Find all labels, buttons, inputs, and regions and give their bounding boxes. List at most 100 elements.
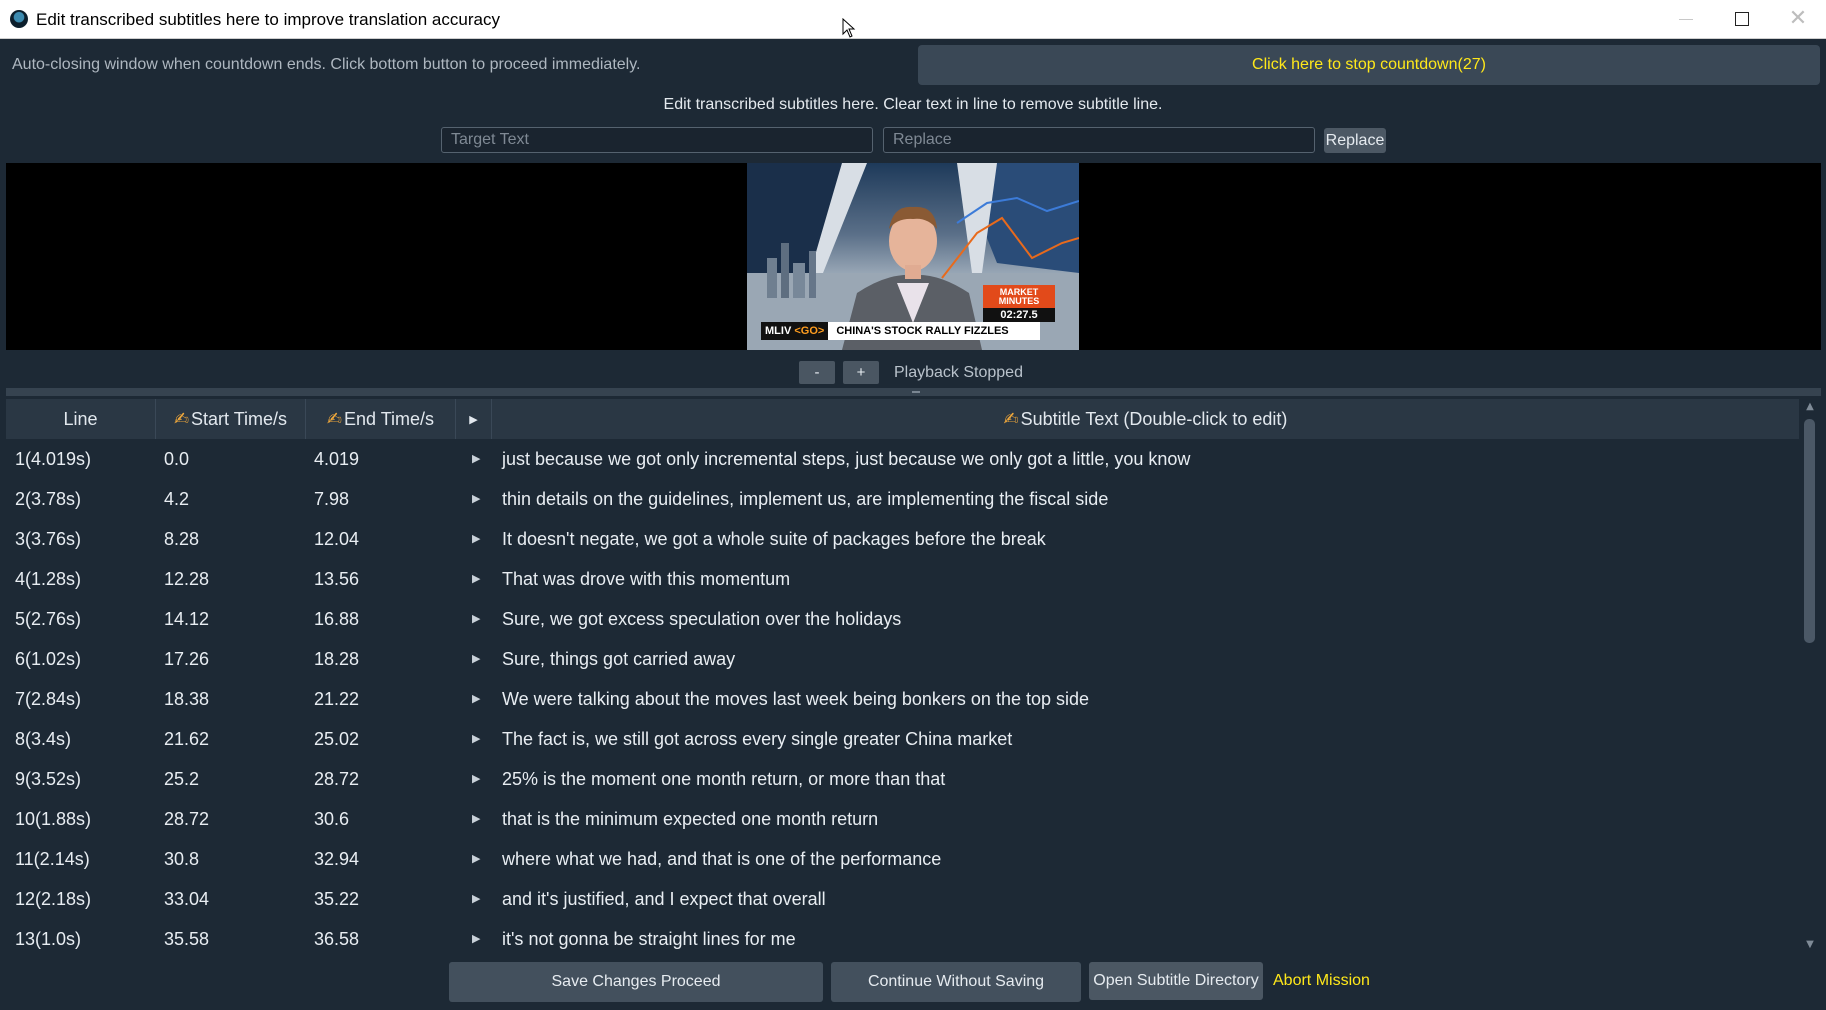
- table-row[interactable]: 5(2.76s) 14.12 16.88 Sure, we got excess sp…: [6, 599, 1799, 639]
- table-row[interactable]: 6(1.02s) 17.26 18.28 Sure, things got carri…: [6, 639, 1799, 679]
- abort-mission-button[interactable]: Abort Mission: [1273, 972, 1370, 990]
- line-cell[interactable]: 5(2.76s): [15, 599, 81, 639]
- start-time-cell[interactable]: 12.28: [164, 559, 209, 599]
- play-line-icon[interactable]: ▶: [472, 799, 480, 839]
- table-row[interactable]: 12(2.18s) 33.04 35.22 and it's justified, a…: [6, 879, 1799, 919]
- subtitle-text-cell[interactable]: where what we had, and that is one of th…: [502, 839, 941, 879]
- subtitle-text-cell[interactable]: and it's justified, and I expect that ov…: [502, 879, 826, 919]
- subtitle-text-cell[interactable]: it's not gonna be straight lines for me: [502, 919, 796, 952]
- zoom-out-button[interactable]: -: [799, 361, 835, 384]
- table-scrollbar[interactable]: ▲ ▼: [1799, 399, 1821, 952]
- start-time-cell[interactable]: 25.2: [164, 759, 199, 799]
- scroll-down-icon[interactable]: ▼: [1799, 939, 1821, 950]
- scroll-thumb[interactable]: [1804, 419, 1815, 643]
- play-line-icon[interactable]: ▶: [472, 759, 480, 799]
- subtitle-text-cell[interactable]: It doesn't negate, we got a whole suite …: [502, 519, 1046, 559]
- end-time-cell[interactable]: 4.019: [314, 439, 359, 479]
- table-row[interactable]: 4(1.28s) 12.28 13.56 That was drove with th…: [6, 559, 1799, 599]
- panel-splitter[interactable]: [6, 388, 1821, 396]
- target-text-input[interactable]: [441, 127, 873, 153]
- start-time-cell[interactable]: 18.38: [164, 679, 209, 719]
- subtitle-text-cell[interactable]: We were talking about the moves last wee…: [502, 679, 1089, 719]
- line-cell[interactable]: 13(1.0s): [15, 919, 81, 952]
- start-time-cell[interactable]: 33.04: [164, 879, 209, 919]
- end-time-cell[interactable]: 18.28: [314, 639, 359, 679]
- stop-countdown-button[interactable]: Click here to stop countdown(27): [918, 45, 1820, 85]
- start-time-cell[interactable]: 30.8: [164, 839, 199, 879]
- table-row[interactable]: 11(2.14s) 30.8 32.94 where what we had, and…: [6, 839, 1799, 879]
- header-play[interactable]: ▶: [456, 399, 492, 439]
- minimize-button[interactable]: [1658, 0, 1714, 38]
- subtitle-text-cell[interactable]: Sure, things got carried away: [502, 639, 735, 679]
- play-line-icon[interactable]: ▶: [472, 439, 480, 479]
- end-time-cell[interactable]: 35.22: [314, 879, 359, 919]
- header-end-time[interactable]: ✍ End Time/s: [306, 399, 456, 439]
- end-time-cell[interactable]: 32.94: [314, 839, 359, 879]
- subtitle-text-cell[interactable]: Sure, we got excess speculation over the…: [502, 599, 901, 639]
- line-cell[interactable]: 7(2.84s): [15, 679, 81, 719]
- line-cell[interactable]: 8(3.4s): [15, 719, 71, 759]
- subtitle-text-cell[interactable]: 25% is the moment one month return, or m…: [502, 759, 945, 799]
- start-time-cell[interactable]: 14.12: [164, 599, 209, 639]
- table-row[interactable]: 9(3.52s) 25.2 28.72 25% is the moment one m…: [6, 759, 1799, 799]
- table-row[interactable]: 10(1.88s) 28.72 30.6 that is the minimum ex…: [6, 799, 1799, 839]
- header-line[interactable]: Line: [6, 399, 156, 439]
- subtitle-text-cell[interactable]: that is the minimum expected one month r…: [502, 799, 878, 839]
- play-line-icon[interactable]: ▶: [472, 639, 480, 679]
- table-row[interactable]: 13(1.0s) 35.58 36.58 it's not gonna be stra…: [6, 919, 1799, 952]
- play-line-icon[interactable]: ▶: [472, 679, 480, 719]
- play-line-icon[interactable]: ▶: [472, 719, 480, 759]
- start-time-cell[interactable]: 8.28: [164, 519, 199, 559]
- end-time-cell[interactable]: 16.88: [314, 599, 359, 639]
- table-row[interactable]: 2(3.78s) 4.2 7.98 thin details on the guide…: [6, 479, 1799, 519]
- table-row[interactable]: 3(3.76s) 8.28 12.04 It doesn't negate, we g…: [6, 519, 1799, 559]
- line-cell[interactable]: 12(2.18s): [15, 879, 91, 919]
- close-button[interactable]: ✕: [1770, 0, 1826, 38]
- maximize-button[interactable]: [1714, 0, 1770, 38]
- end-time-cell[interactable]: 25.02: [314, 719, 359, 759]
- end-time-cell[interactable]: 28.72: [314, 759, 359, 799]
- line-cell[interactable]: 11(2.14s): [15, 839, 90, 879]
- replace-text-input[interactable]: [883, 127, 1315, 153]
- line-cell[interactable]: 1(4.019s): [15, 439, 91, 479]
- scroll-up-icon[interactable]: ▲: [1799, 401, 1821, 412]
- table-row[interactable]: 7(2.84s) 18.38 21.22 We were talking about …: [6, 679, 1799, 719]
- line-cell[interactable]: 10(1.88s): [15, 799, 91, 839]
- subtitle-text-cell[interactable]: thin details on the guidelines, implemen…: [502, 479, 1108, 519]
- play-line-icon[interactable]: ▶: [472, 519, 480, 559]
- subtitle-text-cell[interactable]: That was drove with this momentum: [502, 559, 790, 599]
- header-subtitle-text[interactable]: ✍ Subtitle Text (Double-click to edit): [492, 399, 1799, 439]
- start-time-cell[interactable]: 4.2: [164, 479, 189, 519]
- play-line-icon[interactable]: ▶: [472, 479, 480, 519]
- play-line-icon[interactable]: ▶: [472, 559, 480, 599]
- end-time-cell[interactable]: 12.04: [314, 519, 359, 559]
- line-cell[interactable]: 3(3.76s): [15, 519, 81, 559]
- start-time-cell[interactable]: 21.62: [164, 719, 209, 759]
- line-cell[interactable]: 2(3.78s): [15, 479, 81, 519]
- header-start-time[interactable]: ✍ Start Time/s: [156, 399, 306, 439]
- line-cell[interactable]: 9(3.52s): [15, 759, 81, 799]
- end-time-cell[interactable]: 7.98: [314, 479, 349, 519]
- table-row[interactable]: 8(3.4s) 21.62 25.02 The fact is, we still g…: [6, 719, 1799, 759]
- start-time-cell[interactable]: 0.0: [164, 439, 189, 479]
- save-proceed-button[interactable]: Save Changes Proceed: [449, 962, 823, 1002]
- zoom-in-button[interactable]: +: [843, 361, 879, 384]
- end-time-cell[interactable]: 36.58: [314, 919, 359, 952]
- play-line-icon[interactable]: ▶: [472, 599, 480, 639]
- play-line-icon[interactable]: ▶: [472, 839, 480, 879]
- end-time-cell[interactable]: 13.56: [314, 559, 359, 599]
- end-time-cell[interactable]: 30.6: [314, 799, 349, 839]
- subtitle-text-cell[interactable]: just because we got only incremental ste…: [502, 439, 1190, 479]
- replace-button[interactable]: Replace: [1324, 128, 1386, 153]
- play-line-icon[interactable]: ▶: [472, 919, 480, 952]
- line-cell[interactable]: 6(1.02s): [15, 639, 81, 679]
- continue-without-saving-button[interactable]: Continue Without Saving: [831, 962, 1081, 1002]
- line-cell[interactable]: 4(1.28s): [15, 559, 81, 599]
- play-line-icon[interactable]: ▶: [472, 879, 480, 919]
- start-time-cell[interactable]: 17.26: [164, 639, 209, 679]
- subtitle-text-cell[interactable]: The fact is, we still got across every s…: [502, 719, 1012, 759]
- open-subtitle-directory-button[interactable]: Open Subtitle Directory: [1089, 962, 1263, 1000]
- start-time-cell[interactable]: 28.72: [164, 799, 209, 839]
- table-row[interactable]: 1(4.019s) 0.0 4.019 just because we got onl…: [6, 439, 1799, 479]
- video-preview[interactable]: MARKET MINUTES 02:27.5 MLIV <GO> CHINA'S…: [6, 163, 1821, 350]
